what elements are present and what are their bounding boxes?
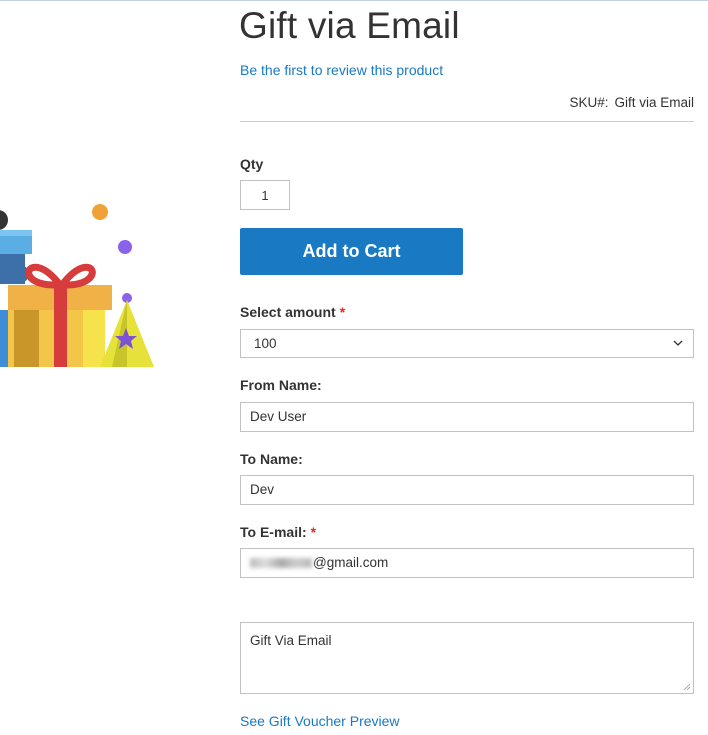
product-title: Gift via Email xyxy=(239,5,460,46)
sku-value: Gift via Email xyxy=(614,95,694,110)
required-mark: * xyxy=(310,524,317,540)
sku-label: SKU#: xyxy=(569,95,609,110)
gift-box-illustration xyxy=(0,204,154,367)
to-email-label: To E-mail: * xyxy=(240,524,316,540)
add-to-cart-button[interactable]: Add to Cart xyxy=(240,228,463,275)
chevron-down-icon xyxy=(673,340,683,346)
from-name-label: From Name: xyxy=(240,377,322,393)
divider xyxy=(240,121,694,122)
required-mark: * xyxy=(339,304,346,320)
review-link[interactable]: Be the first to review this product xyxy=(240,62,443,78)
redacted-text xyxy=(250,558,312,569)
to-name-label: To Name: xyxy=(240,451,303,467)
to-email-label-text: To E-mail: xyxy=(240,524,307,540)
gift-voucher-preview-link[interactable]: See Gift Voucher Preview xyxy=(240,713,400,729)
to-name-input[interactable]: Dev xyxy=(240,475,694,505)
qty-label: Qty xyxy=(240,156,264,172)
message-textarea[interactable]: Gift Via Email xyxy=(240,622,694,694)
from-name-value: Dev User xyxy=(250,409,307,424)
amount-select[interactable]: 100 xyxy=(240,329,694,358)
from-name-input[interactable]: Dev User xyxy=(240,402,694,432)
top-border xyxy=(0,0,708,1)
amount-label: Select amount * xyxy=(240,304,345,320)
to-name-value: Dev xyxy=(250,482,275,497)
amount-selected-value: 100 xyxy=(254,336,277,351)
message-value: Gift Via Email xyxy=(250,633,332,648)
sku: SKU#: Gift via Email xyxy=(569,95,694,110)
resize-grip-icon[interactable] xyxy=(683,683,691,691)
to-email-value: @gmail.com xyxy=(313,555,389,570)
amount-label-text: Select amount xyxy=(240,304,336,320)
qty-input[interactable] xyxy=(240,180,290,210)
to-email-input[interactable]: @gmail.com xyxy=(240,548,694,578)
